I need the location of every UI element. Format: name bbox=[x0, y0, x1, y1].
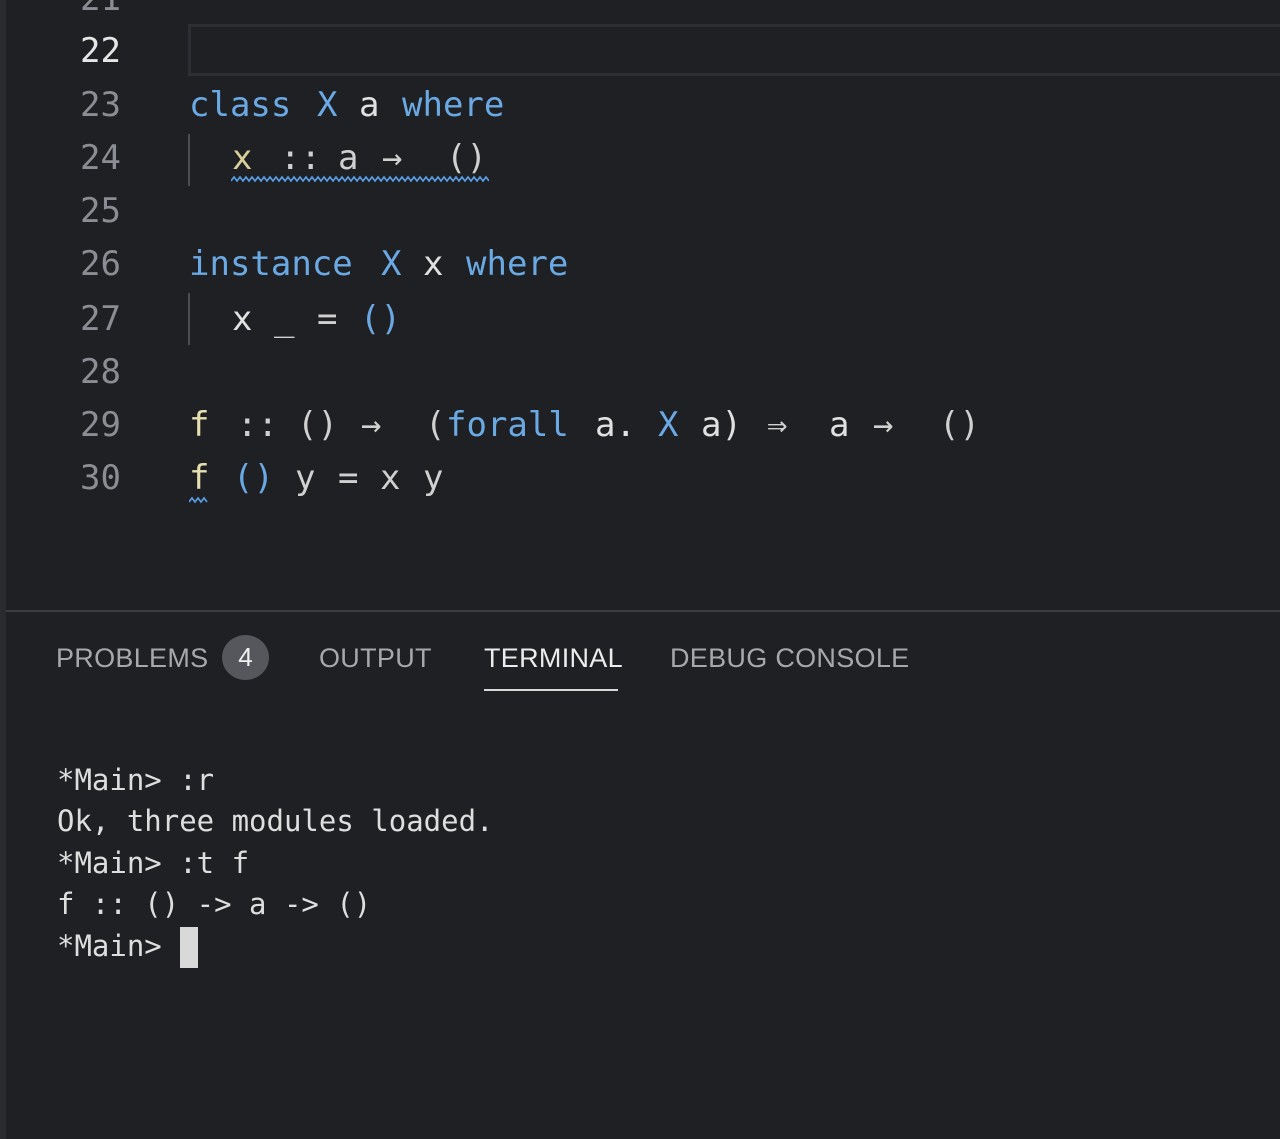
unit-type: () bbox=[297, 405, 338, 445]
function-name: x bbox=[232, 299, 253, 339]
terminal-cursor bbox=[180, 927, 198, 968]
editor-line-27[interactable]: 27 x _ = () bbox=[6, 293, 1280, 346]
line-number: 24 bbox=[80, 138, 121, 178]
type-variable: x bbox=[423, 244, 444, 284]
bottom-panel: PROBLEMS 4 OUTPUT TERMINAL DEBUG CONSOLE… bbox=[6, 612, 1280, 1139]
keyword-forall: forall bbox=[446, 405, 569, 445]
line-number: 25 bbox=[80, 191, 121, 231]
line-number: 29 bbox=[80, 405, 121, 445]
type-variable: a) bbox=[701, 405, 742, 445]
equals: = bbox=[338, 458, 359, 498]
arrow: → bbox=[361, 405, 382, 445]
variable: x bbox=[380, 458, 401, 498]
type-signature-colons: :: bbox=[237, 405, 278, 445]
line-number: 26 bbox=[80, 244, 121, 284]
function-name: f bbox=[189, 405, 210, 445]
line-number: 27 bbox=[80, 299, 121, 339]
terminal-line: Ok, three modules loaded. bbox=[57, 804, 494, 838]
variable: y bbox=[295, 458, 316, 498]
problems-count-badge: 4 bbox=[222, 635, 269, 680]
line-number: 23 bbox=[80, 85, 121, 125]
constraint-arrow: ⇒ bbox=[767, 405, 788, 445]
editor-line-28[interactable]: 28 bbox=[6, 346, 1280, 399]
tab-debug-console[interactable]: DEBUG CONSOLE bbox=[670, 640, 909, 676]
editor-line-26[interactable]: 26 instance X x where bbox=[6, 238, 1280, 291]
editor-line-24[interactable]: 24 x :: a → () bbox=[6, 132, 1280, 185]
unit-pattern: () bbox=[233, 458, 274, 498]
equals: = bbox=[317, 299, 338, 339]
type-variable: a. bbox=[595, 405, 636, 445]
paren-open: ( bbox=[425, 405, 446, 445]
editor-line-22[interactable]: 22 bbox=[6, 25, 1280, 78]
diagnostic-squiggle[interactable] bbox=[231, 175, 489, 183]
variable: y bbox=[423, 458, 444, 498]
editor-line-29[interactable]: 29 f :: () → ( forall a. X a) ⇒ a → () bbox=[6, 399, 1280, 452]
editor-line-23[interactable]: 23 class X a where bbox=[6, 79, 1280, 132]
line-number: 28 bbox=[80, 352, 121, 392]
code-editor[interactable]: 21 22 23 class X a where 24 x :: a → () … bbox=[6, 0, 1280, 611]
type-name: X bbox=[381, 244, 402, 284]
unit-type: () bbox=[939, 405, 980, 445]
line-number: 22 bbox=[80, 31, 121, 71]
unit-value: () bbox=[360, 299, 401, 339]
diagnostic-squiggle[interactable] bbox=[189, 496, 209, 504]
line-number: 21 bbox=[6, 0, 121, 26]
keyword-where: where bbox=[402, 85, 505, 125]
keyword-class: class bbox=[189, 85, 292, 125]
type-name: X bbox=[658, 405, 679, 445]
terminal-prompt[interactable]: *Main> bbox=[57, 926, 179, 967]
editor-line-30[interactable]: 30 f () y = x y bbox=[6, 452, 1280, 505]
terminal-line: *Main> :r bbox=[57, 763, 215, 797]
type-name: X bbox=[317, 85, 338, 125]
active-tab-indicator bbox=[484, 689, 618, 691]
tab-terminal[interactable]: TERMINAL bbox=[484, 640, 623, 676]
type-variable: a bbox=[829, 405, 850, 445]
keyword-where: where bbox=[466, 244, 569, 284]
keyword-instance: instance bbox=[189, 244, 353, 284]
editor-line-21: 21 bbox=[6, 0, 1280, 26]
editor-line-25[interactable]: 25 bbox=[6, 185, 1280, 238]
terminal-line: f :: () -> a -> () bbox=[57, 887, 372, 921]
line-number: 30 bbox=[80, 458, 121, 498]
tab-output[interactable]: OUTPUT bbox=[319, 640, 432, 676]
arrow: → bbox=[873, 405, 894, 445]
type-variable: a bbox=[359, 85, 380, 125]
tab-problems[interactable]: PROBLEMS bbox=[56, 640, 208, 676]
terminal-line: *Main> :t f bbox=[57, 846, 250, 880]
wildcard: _ bbox=[274, 299, 295, 339]
